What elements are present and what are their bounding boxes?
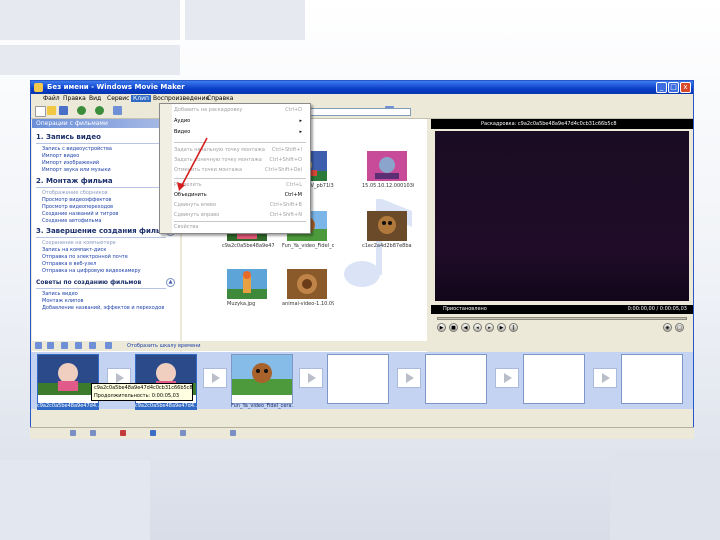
- taskbar-icon[interactable]: [150, 430, 156, 436]
- taskbar-icon[interactable]: [120, 430, 126, 436]
- decor-square: [0, 45, 180, 75]
- bottom-strip: [30, 427, 694, 439]
- red-pointer-arrow: [177, 137, 208, 191]
- decor-square: [185, 0, 305, 40]
- taskbar-icon[interactable]: [70, 430, 76, 436]
- decor-square: [0, 0, 180, 40]
- movie-maker-window: Без имени - Windows Movie Maker _ □ x Фа…: [30, 80, 694, 438]
- taskbar-icon[interactable]: [180, 430, 186, 436]
- decor-square: [610, 450, 720, 540]
- taskbar-icon[interactable]: [90, 430, 96, 436]
- taskbar-icon[interactable]: [230, 430, 236, 436]
- decor-square: [0, 460, 150, 540]
